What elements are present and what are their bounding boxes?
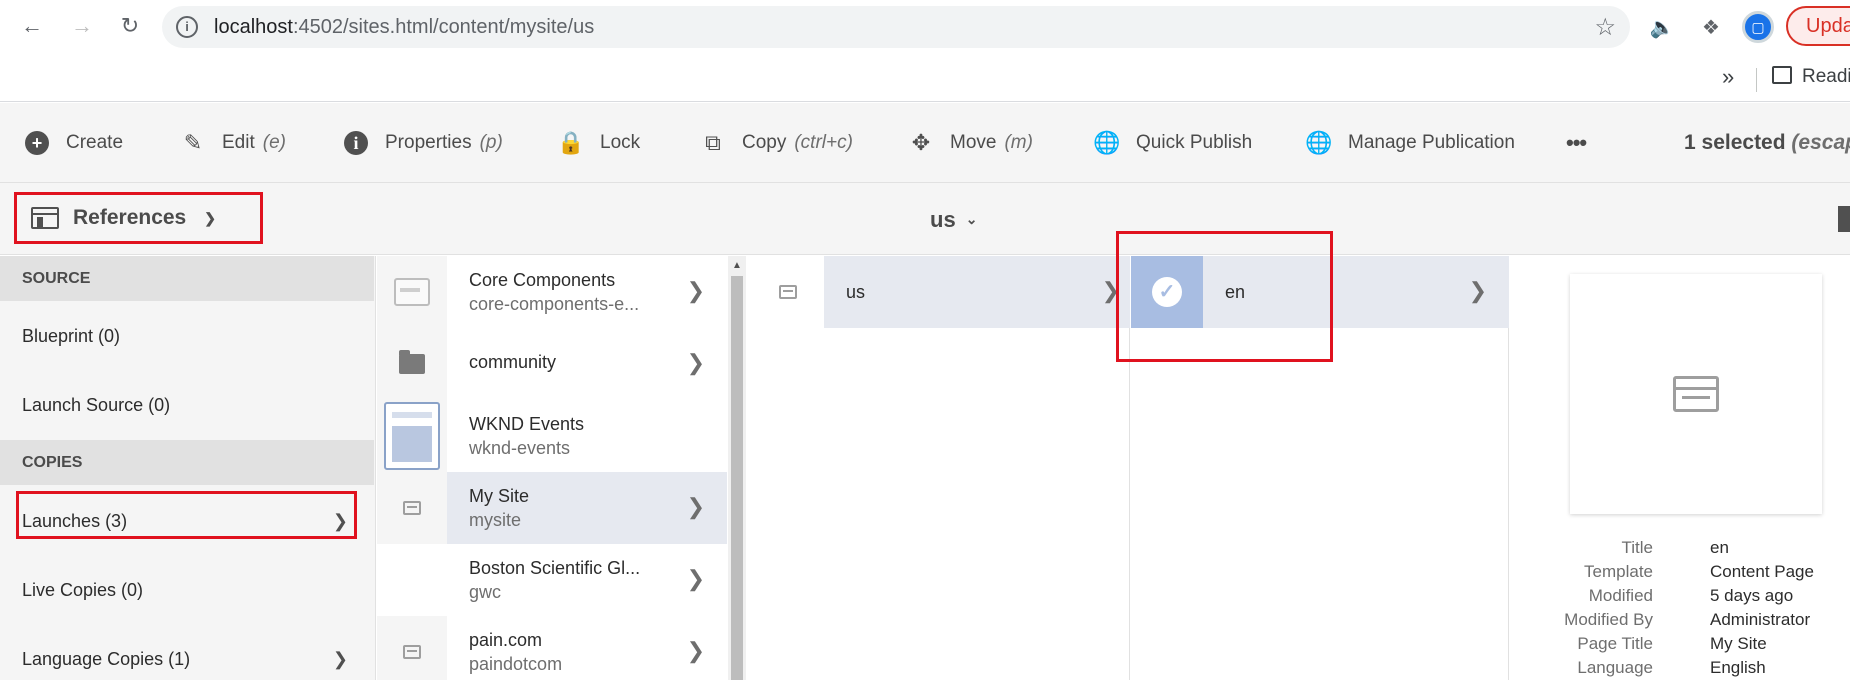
chevron-right-icon[interactable]: ❯: [1469, 278, 1487, 304]
meta-row: Title en: [1621, 538, 1729, 557]
site-thumbnail: [377, 256, 447, 328]
chevron-right-icon: ❯: [332, 649, 348, 669]
action-bar: + Create ✎ Edit (e) i Properties (p) 🔒 L…: [0, 103, 1850, 183]
manage-publication-button[interactable]: 🌐 Manage Publication: [1305, 103, 1515, 183]
chevron-down-icon: ❯: [204, 209, 216, 226]
create-button[interactable]: + Create: [24, 103, 123, 183]
rail-icon: [31, 207, 59, 229]
list-item-selected[interactable]: My Site mysite ❯: [377, 472, 727, 544]
blank-thumbnail: [377, 544, 447, 616]
metadata-list: Title en Template Content Page Modified 5 d…: [1510, 538, 1850, 680]
lock-button[interactable]: 🔒 Lock: [557, 103, 640, 183]
puzzle-icon[interactable]: ❖: [1696, 12, 1726, 42]
avatar[interactable]: ▢: [1742, 11, 1774, 43]
page-icon: [752, 256, 824, 328]
forward-icon[interactable]: →: [66, 10, 98, 42]
references-rail: SOURCE Blueprint (0) Launch Source (0) C…: [0, 256, 376, 680]
path-title-dropdown[interactable]: us ⌄: [930, 183, 977, 256]
list-item[interactable]: pain.com paindotcom ❯: [377, 616, 727, 680]
highlight-box-en: [1116, 231, 1333, 362]
url-text[interactable]: localhost:4502/sites.html/content/mysite…: [214, 6, 594, 48]
column-scrollbar[interactable]: ▲: [728, 256, 746, 680]
copy-icon: ⧉: [705, 130, 721, 155]
selection-status[interactable]: 1 selected (escape: [1684, 103, 1850, 183]
divider: [1756, 68, 1757, 92]
address-bar[interactable]: i localhost:4502/sites.html/content/mysi…: [162, 6, 1630, 48]
page-preview-card: [1570, 274, 1822, 514]
star-icon[interactable]: ☆: [1594, 13, 1616, 42]
meta-row: Modified By Administrator: [1564, 610, 1811, 629]
rail-selector-button[interactable]: References ❯: [14, 192, 263, 244]
meta-row: Modified 5 days ago: [1588, 586, 1794, 605]
list-item[interactable]: WKND Events wknd-events: [377, 400, 727, 472]
pencil-icon: ✎: [183, 130, 203, 155]
reload-icon[interactable]: ↻: [114, 10, 146, 42]
rail-item-blueprint[interactable]: Blueprint (0): [0, 311, 374, 361]
folder-icon: [377, 328, 447, 400]
copy-button[interactable]: ⧉ Copy (ctrl+c): [700, 103, 853, 183]
globe-clock-icon: 🌐: [1305, 130, 1333, 155]
page-thumbnail: [377, 400, 447, 472]
list-item[interactable]: community ❯: [377, 328, 727, 400]
info-icon[interactable]: i: [176, 16, 198, 38]
rail-item-launch-source[interactable]: Launch Source (0): [0, 380, 374, 430]
rail-item-live-copies[interactable]: Live Copies (0): [0, 565, 374, 615]
globe-icon: 🌐: [1093, 130, 1121, 155]
scroll-up-icon[interactable]: ▲: [732, 260, 742, 271]
view-switcher-icon[interactable]: [1838, 206, 1850, 232]
reading-list-icon: [1772, 66, 1792, 84]
meta-row: Language English: [1577, 658, 1766, 677]
bookmarks-bar: » Readi: [0, 56, 1850, 102]
chevron-down-icon: ⌄: [965, 211, 978, 227]
scroll-thumb[interactable]: [731, 276, 743, 680]
highlight-box-launches: [16, 491, 357, 539]
move-icon: ✥: [911, 130, 931, 155]
list-item[interactable]: Boston Scientific Gl... gwc ❯: [377, 544, 727, 616]
properties-button[interactable]: i Properties (p): [343, 103, 503, 183]
column-us: us ❯: [752, 256, 1130, 680]
chevron-right-icon[interactable]: ❯: [687, 638, 705, 664]
back-icon[interactable]: ←: [16, 10, 48, 42]
meta-row: Template Content Page: [1584, 562, 1814, 581]
chevron-right-icon[interactable]: ❯: [687, 494, 705, 520]
section-source: SOURCE: [0, 256, 374, 301]
plus-circle-icon: +: [24, 130, 50, 156]
page-icon: [377, 616, 447, 680]
list-item-selected[interactable]: us ❯: [752, 256, 1130, 328]
preview-panel: Title en Template Content Page Modified 5 d…: [1510, 256, 1850, 680]
section-copies: COPIES: [0, 440, 374, 485]
update-button[interactable]: Updat: [1786, 6, 1850, 46]
meta-row: Page Title My Site: [1577, 634, 1767, 653]
chevron-right-icon[interactable]: ❯: [687, 566, 705, 592]
more-actions-icon[interactable]: •••: [1566, 103, 1587, 183]
browser-toolbar: ← → ↻ i localhost:4502/sites.html/conten…: [0, 0, 1850, 56]
page-icon: [377, 472, 447, 544]
chevron-right-icon[interactable]: ❯: [687, 350, 705, 376]
info-circle-icon: i: [343, 130, 369, 156]
move-button[interactable]: ✥ Move (m): [908, 103, 1033, 183]
rail-item-language-copies[interactable]: Language Copies (1) ❯: [0, 634, 374, 680]
reading-list-button[interactable]: Readi: [1772, 66, 1850, 88]
edit-button[interactable]: ✎ Edit (e): [180, 103, 286, 183]
page-icon: [1673, 376, 1719, 412]
list-item[interactable]: Core Components core-components-e... ❯: [377, 256, 727, 328]
chevron-right-icon[interactable]: ❯: [687, 278, 705, 304]
lock-icon: 🔒: [557, 130, 585, 155]
bookmarks-overflow-icon[interactable]: »: [1722, 64, 1734, 90]
speaker-icon[interactable]: 🔈: [1647, 12, 1677, 42]
column-sites: Core Components core-components-e... ❯ co…: [377, 256, 727, 680]
rail-header: References ❯ us ⌄: [0, 183, 1850, 255]
quick-publish-button[interactable]: 🌐 Quick Publish: [1093, 103, 1252, 183]
